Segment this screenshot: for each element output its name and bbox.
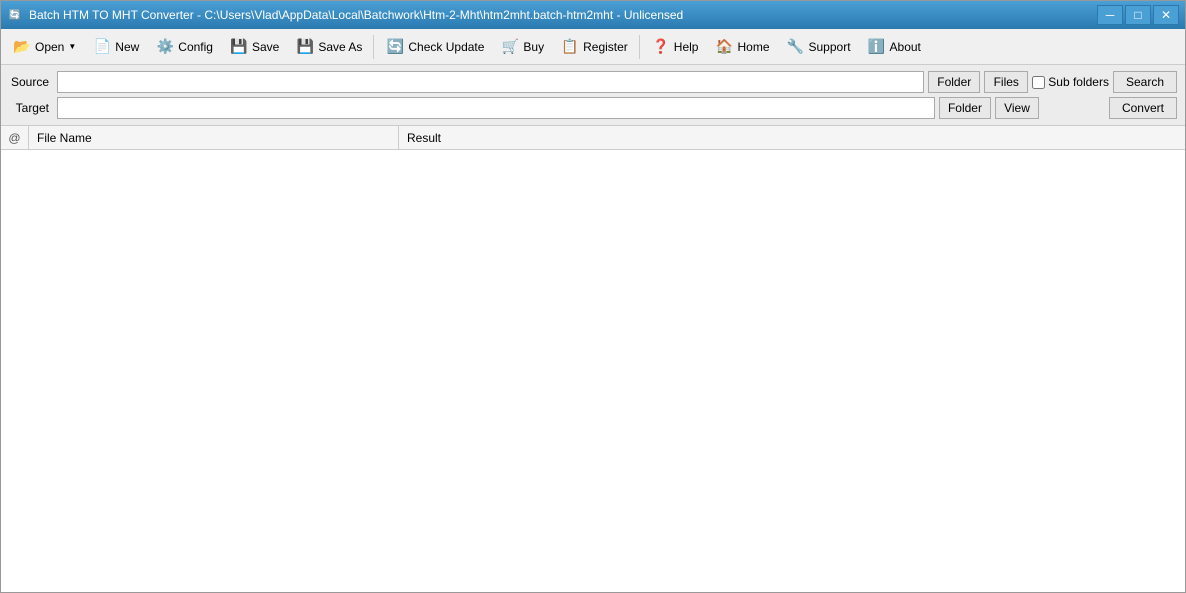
help-label: Help (674, 40, 699, 54)
convert-button[interactable]: Convert (1109, 97, 1177, 119)
target-folder-button[interactable]: Folder (939, 97, 991, 119)
register-icon: 📋 (560, 37, 580, 57)
register-label: Register (583, 40, 628, 54)
open-dropdown-arrow: ▼ (68, 42, 76, 51)
saveas-button[interactable]: 💾 Save As (288, 33, 369, 61)
buy-icon: 🛒 (500, 37, 520, 57)
search-button[interactable]: Search (1113, 71, 1177, 93)
open-button[interactable]: 📂 Open ▼ (5, 33, 83, 61)
save-button[interactable]: 💾 Save (222, 33, 286, 61)
help-button[interactable]: ❓ Help (644, 33, 706, 61)
new-icon: 📄 (92, 37, 112, 57)
saveas-label: Save As (318, 40, 362, 54)
source-label: Source (9, 75, 53, 89)
source-folder-button[interactable]: Folder (928, 71, 980, 93)
buy-label: Buy (523, 40, 544, 54)
toolbar-separator-2 (639, 35, 640, 59)
config-button[interactable]: ⚙️ Config (148, 33, 220, 61)
help-icon: ❓ (651, 37, 671, 57)
home-label: Home (737, 40, 769, 54)
minimize-button[interactable]: ─ (1097, 5, 1123, 25)
saveas-icon: 💾 (295, 37, 315, 57)
save-label: Save (252, 40, 279, 54)
about-icon: ℹ️ (867, 37, 887, 57)
config-label: Config (178, 40, 213, 54)
buy-button[interactable]: 🛒 Buy (493, 33, 551, 61)
save-icon: 💾 (229, 37, 249, 57)
title-bar: 🔄 Batch HTM TO MHT Converter - C:\Users\… (1, 1, 1185, 29)
register-button[interactable]: 📋 Register (553, 33, 635, 61)
col-result-header: Result (399, 126, 1185, 149)
about-label: About (890, 40, 921, 54)
target-input[interactable] (57, 97, 935, 119)
maximize-button[interactable]: □ (1125, 5, 1151, 25)
subfolders-checkbox[interactable] (1032, 76, 1045, 89)
checkupdate-icon: 🔄 (385, 37, 405, 57)
subfolders-label: Sub folders (1032, 75, 1109, 89)
form-area: Source Folder Files Sub folders Search T… (1, 65, 1185, 126)
window-title: Batch HTM TO MHT Converter - C:\Users\Vl… (29, 8, 1097, 22)
config-icon: ⚙️ (155, 37, 175, 57)
table-body (1, 150, 1185, 592)
window-icon: 🔄 (7, 7, 23, 23)
window-controls: ─ □ ✕ (1097, 5, 1179, 25)
checkupdate-button[interactable]: 🔄 Check Update (378, 33, 491, 61)
target-view-button[interactable]: View (995, 97, 1039, 119)
support-label: Support (809, 40, 851, 54)
source-row: Source Folder Files Sub folders Search (9, 71, 1177, 93)
open-icon: 📂 (12, 37, 32, 57)
content-area: @ File Name Result (1, 126, 1185, 592)
new-label: New (115, 40, 139, 54)
toolbar: 📂 Open ▼ 📄 New ⚙️ Config 💾 Save 💾 Save A… (1, 29, 1185, 65)
home-icon: 🏠 (714, 37, 734, 57)
support-icon: 🔧 (786, 37, 806, 57)
col-icon-header: @ (1, 126, 29, 149)
col-filename-header: File Name (29, 126, 399, 149)
target-label: Target (9, 101, 53, 115)
close-button[interactable]: ✕ (1153, 5, 1179, 25)
open-label: Open (35, 40, 64, 54)
table-header: @ File Name Result (1, 126, 1185, 150)
about-button[interactable]: ℹ️ About (860, 33, 928, 61)
target-row: Target Folder View Convert (9, 97, 1177, 119)
source-files-button[interactable]: Files (984, 71, 1028, 93)
support-button[interactable]: 🔧 Support (779, 33, 858, 61)
home-button[interactable]: 🏠 Home (707, 33, 776, 61)
source-input[interactable] (57, 71, 924, 93)
toolbar-separator-1 (373, 35, 374, 59)
new-button[interactable]: 📄 New (85, 33, 146, 61)
checkupdate-label: Check Update (408, 40, 484, 54)
main-window: 🔄 Batch HTM TO MHT Converter - C:\Users\… (0, 0, 1186, 593)
